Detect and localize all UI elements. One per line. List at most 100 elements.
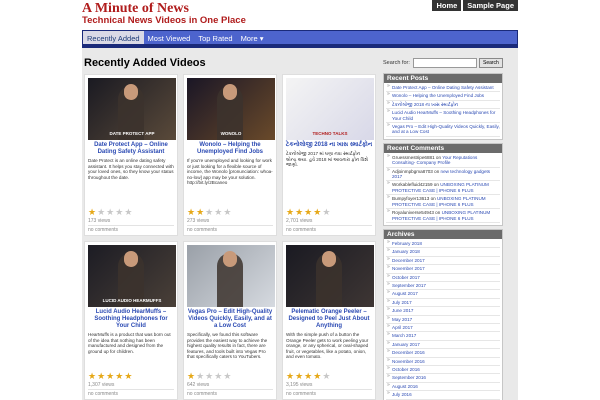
archive-link[interactable]: December 2017: [392, 258, 425, 263]
archive-item[interactable]: September 2016: [386, 374, 500, 383]
star-icon[interactable]: ★: [115, 208, 123, 217]
star-icon[interactable]: ★: [97, 208, 105, 217]
star-icon[interactable]: ★: [205, 372, 213, 381]
video-title-link[interactable]: Date Protect App – Online Dating Safety …: [85, 142, 177, 156]
archive-link[interactable]: September 2017: [392, 283, 426, 288]
star-icon[interactable]: ★: [223, 372, 231, 381]
star-icon[interactable]: ★: [196, 208, 204, 217]
recent-post-link[interactable]: ટેકનોલોજી 2018 ના ખાસ સ્માર્ટફોન: [392, 102, 458, 107]
star-icon[interactable]: ★: [313, 372, 321, 381]
search-input[interactable]: [413, 58, 477, 68]
video-title-link[interactable]: ટેકનોલોજી 2018 ના ખાસ સ્માર્ટફોન: [283, 142, 375, 149]
video-title-link[interactable]: Lucid Audio HearMuffs – Soothing Headpho…: [85, 309, 177, 330]
nav-most-viewed[interactable]: Most Viewed: [144, 31, 195, 44]
star-icon[interactable]: ★: [124, 372, 132, 381]
recent-post-link[interactable]: Date Protect App – Online Dating Safety …: [392, 85, 494, 90]
archive-link[interactable]: December 2016: [392, 350, 425, 355]
archive-item[interactable]: June 2017: [386, 307, 500, 316]
star-icon[interactable]: ★: [322, 208, 330, 217]
star-rating[interactable]: ★ ★ ★ ★ ★: [286, 208, 372, 217]
star-icon[interactable]: ★: [295, 372, 303, 381]
archive-item[interactable]: August 2017: [386, 290, 500, 299]
archive-item[interactable]: April 2017: [386, 324, 500, 333]
recent-post-item[interactable]: Lucid Audio HearMuffs – Soothing Headpho…: [386, 109, 500, 124]
archive-link[interactable]: January 2018: [392, 249, 420, 254]
star-icon[interactable]: ★: [187, 372, 195, 381]
video-card[interactable]: Vegas Pro – Edit High-Quality Videos Qui…: [183, 241, 277, 400]
recent-post-item[interactable]: Date Protect App – Online Dating Safety …: [386, 84, 500, 93]
archive-item[interactable]: July 2017: [386, 299, 500, 308]
nav-more[interactable]: More ▾: [237, 31, 268, 44]
archive-link[interactable]: August 2017: [392, 291, 418, 296]
archive-item[interactable]: December 2016: [386, 349, 500, 358]
archive-item[interactable]: January 2018: [386, 248, 500, 257]
video-thumbnail[interactable]: [187, 245, 275, 307]
star-icon[interactable]: ★: [205, 208, 213, 217]
recent-post-link[interactable]: Wonolo – Helping the Unemployed Find Job…: [392, 93, 484, 98]
video-thumbnail[interactable]: DATE PROTECT APP: [88, 78, 176, 140]
archive-link[interactable]: April 2017: [392, 325, 413, 330]
archive-item[interactable]: May 2017: [386, 316, 500, 324]
archive-item[interactable]: November 2016: [386, 358, 500, 366]
archive-link[interactable]: February 2018: [392, 241, 422, 246]
search-button[interactable]: Search: [479, 58, 503, 68]
star-icon[interactable]: ★: [115, 372, 123, 381]
star-rating[interactable]: ★ ★ ★ ★ ★: [88, 208, 174, 217]
archive-item[interactable]: January 2017: [386, 341, 500, 350]
video-card[interactable]: Pelematic Orange Peeler – Designed to Pe…: [282, 241, 376, 400]
video-card[interactable]: DATE PROTECT APP Date Protect App – Onlin…: [84, 74, 178, 236]
star-icon[interactable]: ★: [124, 208, 132, 217]
video-title-link[interactable]: Pelematic Orange Peeler – Designed to Pe…: [283, 309, 375, 330]
star-icon[interactable]: ★: [304, 372, 312, 381]
video-thumbnail[interactable]: TECHNO TALKS: [286, 78, 374, 140]
star-icon[interactable]: ★: [88, 208, 96, 217]
video-card[interactable]: LUCID AUDIO HEARMUFFS Lucid Audio HearMuf…: [84, 241, 178, 400]
video-thumbnail[interactable]: WONOLO: [187, 78, 275, 140]
archive-link[interactable]: October 2016: [392, 367, 420, 372]
sample-page-link[interactable]: Sample Page: [463, 0, 518, 11]
recent-post-link[interactable]: Vegas Pro – Edit High-Quality Videos Qui…: [392, 124, 500, 134]
star-icon[interactable]: ★: [223, 208, 231, 217]
archive-item[interactable]: September 2017: [386, 282, 500, 291]
archive-link[interactable]: July 2016: [392, 392, 412, 397]
archive-item[interactable]: October 2017: [386, 274, 500, 282]
recent-post-item[interactable]: Vegas Pro – Edit High-Quality Videos Qui…: [386, 123, 500, 137]
archive-link[interactable]: November 2016: [392, 359, 425, 364]
star-icon[interactable]: ★: [196, 372, 204, 381]
star-icon[interactable]: ★: [187, 208, 195, 217]
star-icon[interactable]: ★: [214, 208, 222, 217]
recent-post-item[interactable]: Wonolo – Helping the Unemployed Find Job…: [386, 92, 500, 101]
star-icon[interactable]: ★: [88, 372, 96, 381]
recent-post-item[interactable]: ટેકનોલોજી 2018 ના ખાસ સ્માર્ટફોન: [386, 101, 500, 110]
archive-item[interactable]: October 2016: [386, 366, 500, 375]
archive-item[interactable]: December 2017: [386, 257, 500, 266]
star-icon[interactable]: ★: [106, 208, 114, 217]
archive-link[interactable]: November 2017: [392, 266, 425, 271]
star-icon[interactable]: ★: [286, 372, 294, 381]
archive-item[interactable]: March 2017: [386, 332, 500, 341]
archive-link[interactable]: May 2017: [392, 317, 412, 322]
archive-item[interactable]: July 2016: [386, 391, 500, 400]
video-thumbnail[interactable]: LUCID AUDIO HEARMUFFS: [88, 245, 176, 307]
star-rating[interactable]: ★ ★ ★ ★ ★: [88, 372, 174, 381]
star-rating[interactable]: ★ ★ ★ ★ ★: [286, 372, 372, 381]
video-title-link[interactable]: Vegas Pro – Edit High-Quality Videos Qui…: [184, 309, 276, 330]
archive-link[interactable]: October 2017: [392, 275, 420, 280]
archive-link[interactable]: July 2017: [392, 300, 412, 305]
star-icon[interactable]: ★: [214, 372, 222, 381]
video-thumbnail[interactable]: [286, 245, 374, 307]
star-icon[interactable]: ★: [286, 208, 294, 217]
video-card[interactable]: WONOLO Wonolo – Helping the Unemployed Fi…: [183, 74, 277, 236]
archive-link[interactable]: June 2017: [392, 308, 413, 313]
archive-item[interactable]: February 2018: [386, 240, 500, 249]
home-link[interactable]: Home: [432, 0, 462, 11]
star-icon[interactable]: ★: [97, 372, 105, 381]
archive-link[interactable]: September 2016: [392, 375, 426, 380]
archive-link[interactable]: August 2016: [392, 384, 418, 389]
archive-item[interactable]: November 2017: [386, 265, 500, 274]
archive-item[interactable]: August 2016: [386, 383, 500, 392]
star-rating[interactable]: ★ ★ ★ ★ ★: [187, 372, 273, 381]
video-title-link[interactable]: Wonolo – Helping the Unemployed Find Job…: [184, 142, 276, 156]
star-rating[interactable]: ★ ★ ★ ★ ★: [187, 208, 273, 217]
star-icon[interactable]: ★: [304, 208, 312, 217]
